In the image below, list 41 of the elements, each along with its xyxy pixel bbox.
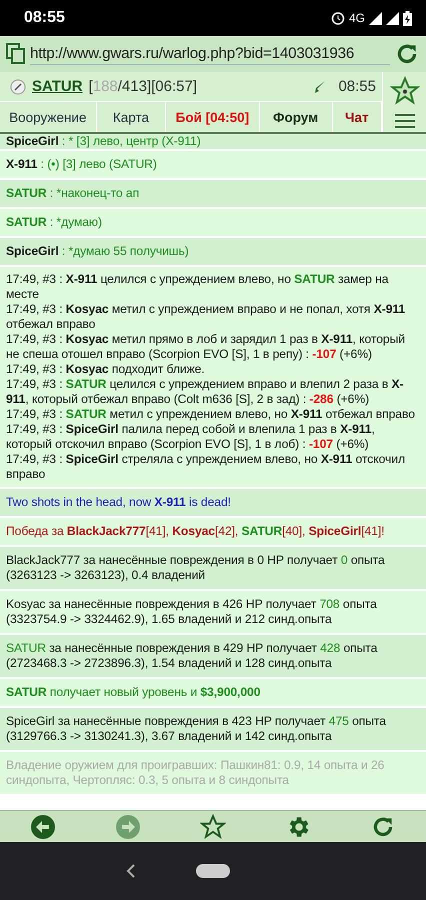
chat-message: SpiceGirl : * [3] лево, центр (X-911): [6, 134, 202, 149]
log-entry: Kosyac за нанесённые повреждения в 426 HP получает 708 опыта (3323754.9 -> 3324462.9), 1.65 владений и 212 синд.опыта: [6, 597, 378, 627]
log-entry: 17:49, #3 : SATUR метил с упреждением влево, но X-911 отбежал вправо: [6, 407, 416, 422]
log-entry: 17:49, #3 : Kosyac метил прямо в лоб и зарядил 1 раз в X-911, который не спеша отошел вправо (Scorpion EVO [S], 1 в репу) : -107 (+6%): [6, 332, 406, 362]
nav-tab[interactable]: Вооружение: [0, 102, 97, 132]
nav-tab[interactable]: Карта: [96, 102, 166, 132]
log-entry: 17:49, #3 : Kosyac подходит ближе.: [6, 362, 206, 377]
log-entry: 17:49, #3 : SATUR целился с упреждением вправо и влепил 2 раза в X-911, который отбежал вправо (Colt m636 [S], 2 в зад) : -286 (+6%): [6, 377, 405, 407]
chat-message: X-911 : (•) [3] лево (SATUR): [6, 157, 158, 172]
network-type: 4G: [348, 11, 365, 25]
tabs-icon[interactable]: [6, 43, 26, 65]
nav-tab[interactable]: Бой [04:50]: [166, 102, 260, 132]
log-entry: BlackJack777 за нанесённые повреждения в 0 HP получает 0 опыта (3263123 -> 3263123), 0.4 владений: [6, 553, 386, 583]
user-stats: [188/413][06:57]: [88, 78, 197, 95]
chat-message: SATUR : *думаю): [6, 215, 103, 230]
clock: 08:55: [24, 9, 65, 27]
star-icon[interactable]: [390, 76, 420, 106]
signal-icon: [386, 12, 399, 24]
log-entry: Победа за BlackJack777[41], Kosyac[42], SATUR[40], SpiceGirl[41]!: [6, 524, 386, 539]
log-entry: SpiceGirl за нанесённые повреждения в 423 HP получает 475 опыта (3129766.3 -> 3130241.3), 3.67 владений и 142 синд.опыта: [6, 714, 387, 744]
home-icon[interactable]: [196, 864, 230, 878]
chat-message: SATUR : *наконец-то ап: [6, 186, 140, 201]
back-icon[interactable]: [126, 864, 136, 878]
log-entry: SATUR получает новый уровень и $3,900,000: [6, 685, 262, 700]
log-entry: SATUR за нанесённые повреждения в 429 HP получает 428 опыта (2723468.3 -> 2723896.3), 1.54 владений и 128 синд.опыта: [6, 641, 378, 671]
compass-icon: [10, 78, 26, 94]
log-entry: 17:49, #3 : SpiceGirl стреляла с упреждением влево, но X-911 отскочил вправо: [6, 452, 406, 482]
nav-tab[interactable]: Чат: [332, 102, 382, 132]
chat-message: SpiceGirl : *думаю 55 получишь): [6, 244, 190, 259]
alarm-icon: [330, 11, 345, 25]
user-link[interactable]: SATUR: [32, 78, 83, 95]
log-entry: Владение оружием для проигравших: Пашкин81: 0.9, 14 опыта и 26 синдопыта, Чертопляс: 0.3, 5 опыта и 8 синдопыта: [6, 758, 386, 788]
log-entry: 17:49, #3 : SpiceGirl палила перед собой и влепила 1 раз в X-911, который отскочил вправо (Scorpion EVO [S], 1 в лоб) : -107 (+6%): [6, 422, 376, 452]
back-icon[interactable]: [30, 814, 56, 840]
signal-icon: [369, 12, 382, 24]
log-entry: Two shots in the head, now X-911 is dead!: [6, 495, 232, 510]
menu-icon[interactable]: [394, 114, 414, 128]
star-icon[interactable]: [200, 814, 226, 840]
nav-tab[interactable]: Форум: [260, 102, 333, 132]
server-time: 08:55: [338, 78, 376, 95]
battery-icon: [403, 10, 412, 26]
